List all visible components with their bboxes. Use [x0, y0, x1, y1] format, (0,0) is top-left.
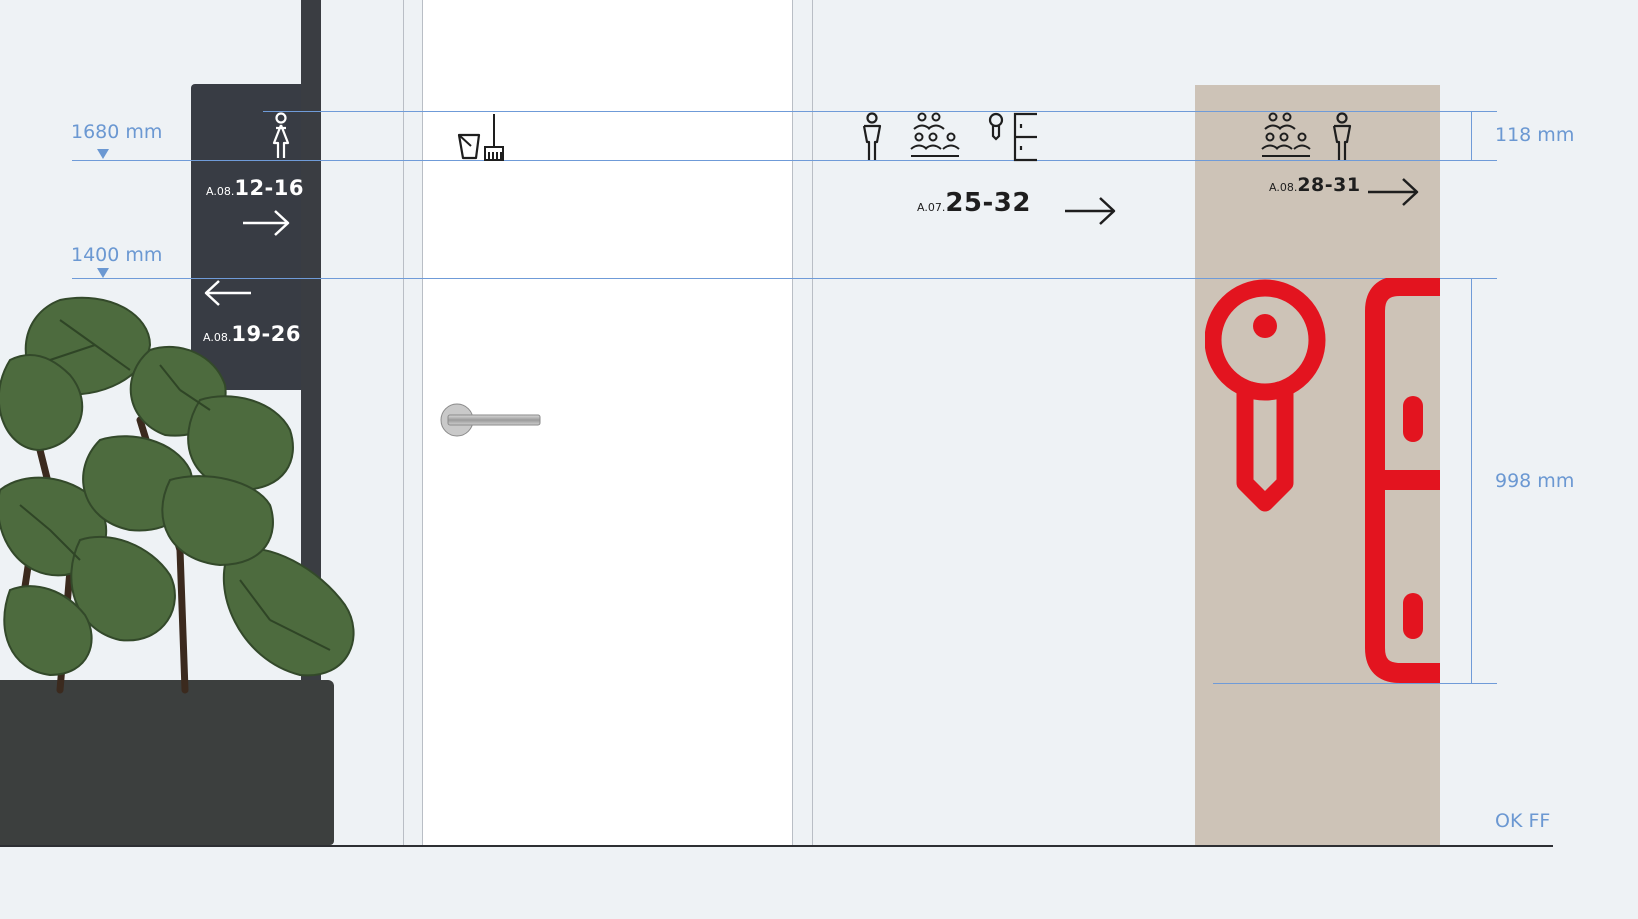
top-room-prefix: A.08.	[206, 185, 235, 198]
sign-height-998-label: 998 mm	[1495, 470, 1575, 492]
man-icon	[860, 112, 884, 162]
group-icon	[910, 112, 962, 160]
dimension-line-1680	[72, 160, 1497, 161]
panel-man-icon	[1330, 112, 1354, 162]
woman-icon	[270, 112, 292, 160]
floor-line	[0, 845, 1553, 847]
panel-right-arrow-icon	[1366, 176, 1420, 208]
dimension-line-bottom	[1213, 683, 1497, 684]
height-1400-marker	[97, 268, 109, 278]
wall-room-range: 25-32	[945, 188, 1031, 218]
broom-icon	[482, 112, 506, 162]
top-room-range: 12-16	[234, 176, 304, 200]
dimension-tick-998	[1471, 278, 1472, 683]
height-1680-marker	[97, 149, 109, 159]
door-handle	[440, 402, 542, 438]
large-key-door-icon	[1205, 278, 1440, 683]
dimension-tick-118	[1471, 111, 1472, 161]
bucket-icon	[456, 130, 484, 160]
panel-room-range: 28-31	[1297, 174, 1361, 196]
key-door-icon	[987, 112, 1039, 162]
sign-height-118-label: 118 mm	[1495, 124, 1575, 146]
panel-room-prefix: A.08.	[1269, 181, 1298, 194]
height-1400-label: 1400 mm	[71, 244, 163, 266]
height-1680-label: 1680 mm	[71, 121, 163, 143]
wall-right-arrow-icon	[1063, 195, 1117, 227]
panel-group-icon	[1261, 112, 1313, 160]
right-arrow-icon	[241, 208, 291, 238]
plant-illustration	[0, 290, 370, 710]
wall-room-prefix: A.07.	[917, 201, 946, 214]
footer-label: OK FF	[1495, 810, 1551, 832]
